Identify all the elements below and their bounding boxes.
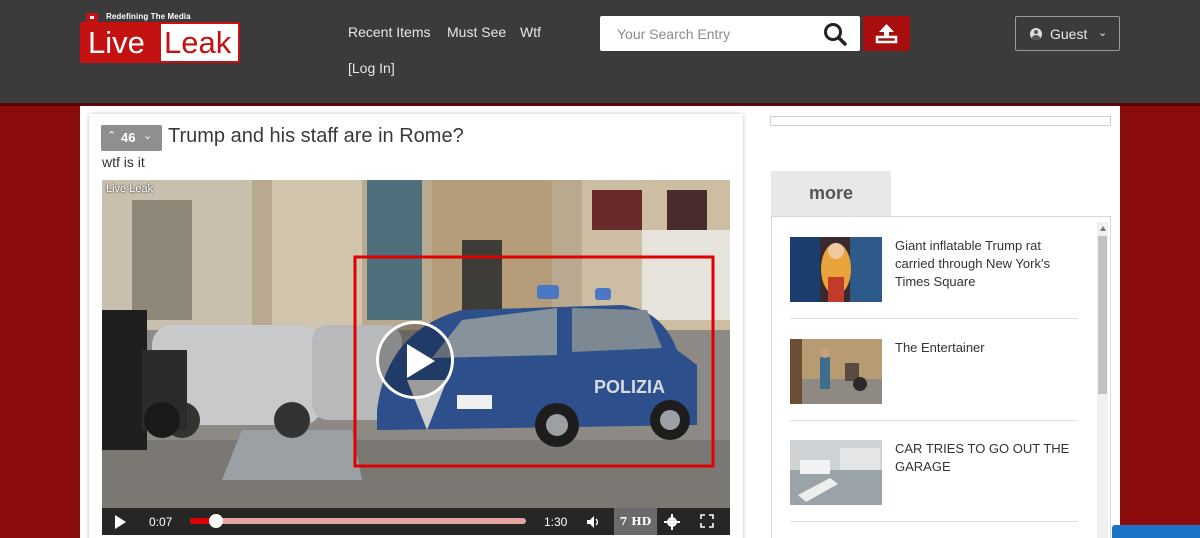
- vote-count: 46: [121, 130, 136, 145]
- video-watermark: Live Leak: [106, 183, 154, 195]
- logo-box: Live Leak: [80, 22, 240, 63]
- scrollbar[interactable]: [1097, 222, 1108, 538]
- seek-handle[interactable]: [209, 514, 223, 528]
- chevron-down-icon: ⌄: [1098, 27, 1108, 39]
- current-time: 0:07: [149, 515, 173, 529]
- thumbnail: [790, 339, 882, 404]
- svg-text:POLIZIA: POLIZIA: [594, 377, 665, 397]
- tab-more[interactable]: more: [771, 171, 891, 216]
- nav-must-see[interactable]: Must See: [447, 24, 506, 40]
- thumbnail: [790, 237, 882, 302]
- divider: [790, 420, 1078, 421]
- nav-recent-items[interactable]: Recent Items: [348, 24, 430, 40]
- quality-selector[interactable]: 7 HD: [614, 508, 657, 535]
- search-box: [600, 16, 860, 51]
- guest-label: Guest: [1050, 26, 1088, 42]
- video-player[interactable]: POLIZIA Live Leak 0:07 1:30 7 HD: [102, 180, 730, 535]
- volume-icon[interactable]: [586, 515, 600, 529]
- search-input[interactable]: [600, 16, 818, 51]
- logo-word-leak: Leak: [164, 25, 232, 60]
- thumbnail: [790, 440, 882, 505]
- ad-placeholder: [770, 116, 1111, 126]
- site-logo[interactable]: Redefining The Media Live Leak: [80, 10, 242, 66]
- logo-tagline: Redefining The Media: [106, 12, 191, 21]
- upload-icon: [875, 24, 898, 44]
- guest-menu-button[interactable]: Guest ⌄: [1015, 16, 1120, 51]
- play-overlay-button[interactable]: [376, 321, 454, 399]
- vote-widget[interactable]: ⌃ 46 ⌄: [101, 125, 162, 151]
- logo-word-live: Live: [82, 24, 161, 61]
- divider: [790, 521, 1078, 522]
- nav-login[interactable]: [Log In]: [348, 60, 395, 76]
- list-item[interactable]: Giant inflatable Trump rat carried throu…: [790, 237, 1080, 329]
- player-controls: 0:07 1:30 7 HD: [102, 508, 730, 535]
- search-icon[interactable]: [822, 21, 850, 47]
- chevron-down-icon[interactable]: ⌄: [143, 129, 152, 142]
- post-description: wtf is it: [102, 154, 145, 170]
- scroll-up-icon[interactable]: [1100, 226, 1106, 231]
- item-title: CAR TRIES TO GO OUT THE GARAGE: [895, 441, 1070, 474]
- list-item[interactable]: CAR TRIES TO GO OUT THE GARAGE: [790, 440, 1080, 532]
- item-title: Giant inflatable Trump rat carried throu…: [895, 238, 1050, 289]
- chevron-up-icon[interactable]: ⌃: [107, 129, 116, 142]
- user-circle-icon: [1030, 28, 1042, 40]
- nav-wtf[interactable]: Wtf: [520, 24, 541, 40]
- broadcast-icon: [86, 13, 98, 22]
- divider: [790, 318, 1078, 319]
- content-area: ⌃ 46 ⌄ Trump and his staff are in Rome? …: [80, 106, 1120, 538]
- scroll-thumb[interactable]: [1098, 236, 1107, 394]
- upload-button[interactable]: [863, 16, 910, 51]
- play-icon[interactable]: [115, 515, 126, 529]
- gear-icon[interactable]: [664, 514, 680, 530]
- seek-bar[interactable]: [190, 514, 526, 528]
- post-title: Trump and his staff are in Rome?: [168, 125, 464, 147]
- more-panel: Giant inflatable Trump rat carried throu…: [771, 216, 1111, 538]
- site-header: Redefining The Media Live Leak Recent It…: [0, 0, 1200, 103]
- post-card: ⌃ 46 ⌄ Trump and his staff are in Rome? …: [89, 114, 743, 538]
- list-item[interactable]: The Entertainer: [790, 339, 1080, 431]
- fullscreen-icon[interactable]: [700, 514, 714, 528]
- privacy-badge[interactable]: [1112, 525, 1200, 538]
- item-title: The Entertainer: [895, 340, 985, 355]
- duration: 1:30: [544, 515, 568, 529]
